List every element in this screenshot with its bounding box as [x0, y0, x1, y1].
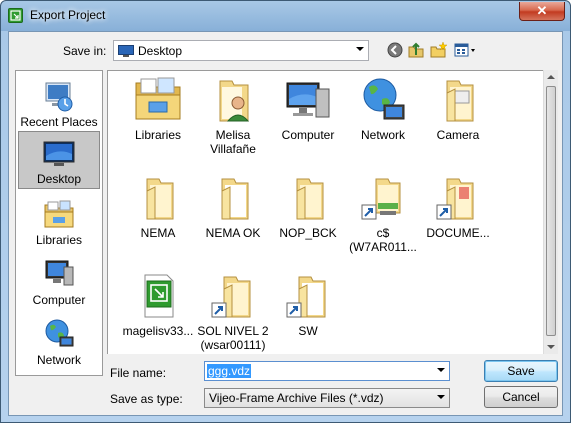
place-label: Network: [36, 353, 81, 367]
file-item-nop-bck[interactable]: NOP_BCK: [272, 173, 344, 240]
file-name-label: File name:: [110, 366, 167, 380]
up-folder-icon[interactable]: [407, 41, 425, 59]
network-icon: [363, 78, 405, 120]
place-computer[interactable]: Computer: [18, 253, 100, 311]
file-item-melisa-villafane[interactable]: Melisa Villafañe: [197, 75, 269, 156]
title-bar[interactable]: Export Project ✕: [1, 1, 570, 31]
places-bar: Recent Places Desktop Libraries Computer…: [15, 70, 103, 376]
vijeo-file-icon: [144, 274, 174, 318]
file-list-scrollbar[interactable]: [543, 70, 558, 354]
file-label: c$ (W7AR011...: [349, 226, 417, 254]
file-label: Melisa Villafañe: [210, 128, 256, 156]
network-share-shortcut-icon: [361, 178, 401, 220]
file-item-libraries[interactable]: Libraries: [122, 75, 194, 142]
file-label: NEMA OK: [205, 226, 261, 240]
libraries-icon: [135, 77, 181, 120]
folder-shortcut-icon: [211, 276, 251, 318]
file-item-c-share[interactable]: c$ (W7AR011...: [347, 173, 419, 254]
file-item-network[interactable]: Network: [347, 75, 419, 142]
scroll-up-icon[interactable]: [547, 75, 555, 79]
file-label: Network: [360, 128, 405, 142]
place-recent-places[interactable]: Recent Places: [18, 75, 100, 133]
file-label: magelisv33...: [122, 324, 194, 338]
file-item-sol-nivel-2[interactable]: SOL NIVEL 2 (wsar00111): [197, 271, 269, 352]
views-menu-icon[interactable]: [454, 41, 480, 59]
back-icon[interactable]: [386, 41, 404, 59]
folder-shortcut-icon: [286, 276, 326, 318]
file-item-sw[interactable]: SW: [272, 271, 344, 338]
chevron-down-icon[interactable]: [437, 368, 445, 372]
close-icon: ✕: [536, 3, 548, 18]
file-label: Camera: [436, 128, 480, 142]
user-folder-icon: [219, 80, 250, 122]
recent-places-icon: [45, 82, 73, 112]
window-title: Export Project: [30, 8, 106, 22]
chevron-down-icon: [356, 47, 364, 51]
file-item-nema[interactable]: NEMA: [122, 173, 194, 240]
file-item-computer[interactable]: Computer: [272, 75, 344, 142]
export-project-dialog: Export Project ✕ Save in: Desktop Recent…: [0, 0, 571, 423]
folder-icon: [221, 178, 249, 220]
file-label: NOP_BCK: [279, 226, 337, 240]
place-label: Desktop: [36, 172, 82, 186]
save-as-type-dropdown[interactable]: Vijeo-Frame Archive Files (*.vdz): [204, 388, 450, 408]
place-label: Libraries: [35, 233, 83, 247]
save-as-type-label: Save as type:: [110, 392, 183, 406]
save-in-label: Save in:: [63, 44, 107, 58]
save-as-type-value: Vijeo-Frame Archive Files (*.vdz): [209, 391, 384, 405]
file-item-magelisv33[interactable]: magelisv33...: [122, 271, 194, 338]
file-label: SW: [298, 324, 318, 338]
place-network[interactable]: Network: [18, 313, 100, 371]
folder-icon: [446, 80, 474, 122]
file-item-documents-shortcut[interactable]: DOCUME...: [422, 173, 494, 240]
chevron-down-icon: [437, 395, 445, 399]
new-folder-icon[interactable]: [430, 41, 448, 59]
file-label: DOCUME...: [426, 226, 490, 240]
file-label: SOL NIVEL 2 (wsar00111): [197, 324, 269, 352]
desktop-icon: [43, 141, 75, 166]
scrollbar-thumb[interactable]: [546, 86, 556, 336]
libraries-icon: [44, 200, 74, 228]
file-label: Libraries: [134, 128, 182, 142]
save-button[interactable]: Save: [484, 360, 558, 382]
app-icon: [8, 8, 23, 23]
file-name-value: ggg.vdz: [207, 364, 252, 378]
place-label: Recent Places: [20, 115, 98, 129]
dialog-client-area: Save in: Desktop Recent Places Desktop L…: [8, 31, 563, 416]
scroll-down-icon[interactable]: [547, 345, 555, 349]
save-in-value: Desktop: [138, 44, 183, 58]
place-libraries[interactable]: Libraries: [18, 193, 100, 251]
desktop-icon: [118, 45, 134, 57]
close-button[interactable]: ✕: [519, 2, 565, 21]
network-icon: [45, 319, 74, 347]
place-label: Computer: [32, 293, 86, 307]
file-label: Computer: [281, 128, 335, 142]
folder-icon: [296, 178, 324, 220]
cancel-button[interactable]: Cancel: [484, 386, 558, 408]
folder-shortcut-icon: [436, 178, 474, 220]
save-in-dropdown[interactable]: Desktop: [113, 40, 369, 61]
file-label: NEMA: [140, 226, 176, 240]
computer-icon: [45, 260, 74, 286]
folder-icon: [146, 178, 174, 220]
file-item-nema-ok[interactable]: NEMA OK: [197, 173, 269, 240]
computer-icon: [286, 82, 330, 118]
file-list-view[interactable]: Libraries Melisa Villafañe Computer Netw…: [107, 70, 558, 354]
file-name-input[interactable]: ggg.vdz: [204, 361, 450, 381]
place-desktop[interactable]: Desktop: [18, 131, 100, 189]
file-item-camera[interactable]: Camera: [422, 75, 494, 142]
